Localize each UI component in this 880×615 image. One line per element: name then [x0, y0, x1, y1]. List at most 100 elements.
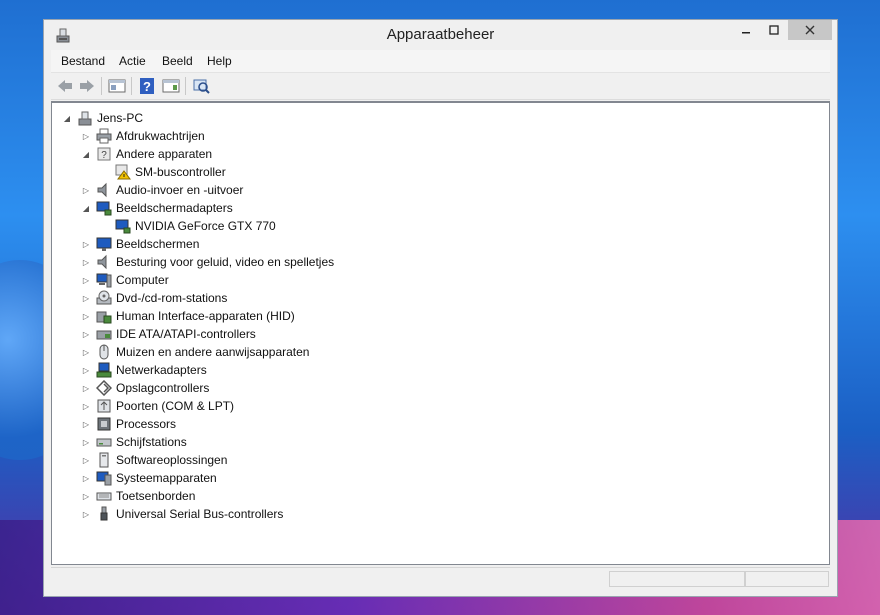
tree-item[interactable]: ◢ Beeldschermadapters	[80, 199, 233, 217]
collapsed-arrow-icon[interactable]: ▷	[80, 400, 92, 412]
minimize-icon	[742, 32, 750, 34]
collapsed-arrow-icon[interactable]: ▷	[80, 238, 92, 250]
view-icon	[162, 79, 180, 93]
speaker-icon	[97, 182, 107, 198]
mouse-icon	[99, 344, 109, 360]
network-adapter-icon	[96, 362, 112, 378]
help-icon: ?	[140, 78, 154, 94]
maximize-button[interactable]	[760, 20, 788, 40]
expanded-arrow-icon[interactable]: ◢	[80, 148, 92, 160]
tree-child-item[interactable]: SM-buscontroller	[115, 163, 226, 181]
speaker-icon	[97, 254, 107, 270]
menu-beeld[interactable]: Beeld	[162, 54, 193, 68]
tree-item[interactable]: ▷ Besturing voor geluid, video en spellet…	[80, 253, 334, 271]
collapsed-arrow-icon[interactable]: ▷	[80, 328, 92, 340]
collapsed-arrow-icon[interactable]: ▷	[80, 418, 92, 430]
menu-actie[interactable]: Actie	[119, 54, 146, 68]
ide-controller-icon	[96, 330, 112, 340]
collapsed-arrow-icon[interactable]: ▷	[80, 184, 92, 196]
collapsed-arrow-icon[interactable]: ▷	[80, 274, 92, 286]
keyboard-icon	[96, 492, 112, 501]
collapsed-arrow-icon[interactable]: ▷	[80, 130, 92, 142]
tree-item[interactable]: ▷ Softwareoplossingen	[80, 451, 227, 469]
disc-drive-icon	[96, 290, 112, 305]
processor-icon	[97, 417, 111, 431]
collapsed-arrow-icon[interactable]: ▷	[80, 454, 92, 466]
usb-icon	[100, 506, 108, 521]
forward-icon	[80, 80, 94, 92]
collapsed-arrow-icon[interactable]: ▷	[80, 490, 92, 502]
collapsed-arrow-icon[interactable]: ▷	[80, 346, 92, 358]
status-pane	[745, 571, 829, 587]
tree-item[interactable]: ◢? Andere apparaten	[80, 145, 212, 163]
collapsed-arrow-icon[interactable]: ▷	[80, 508, 92, 520]
collapsed-arrow-icon[interactable]: ▷	[80, 292, 92, 304]
tree-item[interactable]: ▷ Dvd-/cd-rom-stations	[80, 289, 227, 307]
forward-button[interactable]	[77, 76, 97, 96]
tree-child-label: SM-buscontroller	[135, 165, 226, 179]
system-device-icon	[96, 471, 112, 486]
menu-help[interactable]: Help	[207, 54, 232, 68]
computer-icon	[78, 111, 92, 126]
tree-item[interactable]: ▷ Beeldschermen	[80, 235, 199, 253]
tree-item-label: Poorten (COM & LPT)	[116, 399, 235, 413]
collapsed-arrow-icon[interactable]: ▷	[80, 364, 92, 376]
tree-item-label: Opslagcontrollers	[116, 381, 210, 395]
tree-item[interactable]: ▷ Universal Serial Bus-controllers	[80, 505, 283, 523]
window-title: Apparaatbeheer	[386, 26, 495, 43]
tree-root[interactable]: ◢ Jens-PC	[61, 109, 143, 127]
status-pane	[609, 571, 745, 587]
title-bar[interactable]: Apparaatbeheer	[44, 20, 837, 50]
tree-item-label: Human Interface-apparaten (HID)	[116, 309, 295, 323]
tree-item[interactable]: ▷ Muizen en andere aanwijsapparaten	[80, 343, 309, 361]
tree-item[interactable]: ▷ Computer	[80, 271, 169, 289]
scan-hardware-button[interactable]	[191, 76, 211, 96]
back-button[interactable]	[55, 76, 75, 96]
tree-item[interactable]: ▷ Poorten (COM & LPT)	[80, 397, 234, 415]
tree-item-label: Afdrukwachtrijen	[116, 129, 205, 143]
collapsed-arrow-icon[interactable]: ▷	[80, 382, 92, 394]
tree-item[interactable]: ▷ Schijfstations	[80, 433, 187, 451]
printer-icon	[96, 128, 112, 144]
expanded-arrow-icon[interactable]: ◢	[61, 112, 73, 124]
tree-item[interactable]: ▷ Afdrukwachtrijen	[80, 127, 205, 145]
view-button[interactable]	[161, 76, 181, 96]
collapsed-arrow-icon[interactable]: ▷	[80, 256, 92, 268]
warning-device-icon	[115, 164, 131, 180]
tree-item-label: Beeldschermadapters	[116, 201, 233, 215]
properties-pane-icon	[108, 79, 126, 93]
tree-item-label: Systeemapparaten	[116, 471, 217, 485]
tree-item[interactable]: ▷ Human Interface-apparaten (HID)	[80, 307, 295, 325]
menu-bar: Bestand Actie Beeld Help	[51, 50, 830, 73]
collapsed-arrow-icon[interactable]: ▷	[80, 472, 92, 484]
tree-item-label: Softwareoplossingen	[116, 453, 228, 467]
tree-item[interactable]: ▷ Opslagcontrollers	[80, 379, 209, 397]
help-button[interactable]: ?	[137, 76, 157, 96]
port-icon	[97, 399, 111, 413]
tree-item-label: Toetsenborden	[116, 489, 196, 503]
tree-item[interactable]: ▷ Audio-invoer en -uitvoer	[80, 181, 243, 199]
storage-controller-icon	[96, 380, 112, 396]
tree-item-label: Muizen en andere aanwijsapparaten	[116, 345, 310, 359]
menu-bestand[interactable]: Bestand	[61, 54, 105, 68]
tree-item[interactable]: ▷ Systeemapparaten	[80, 469, 217, 487]
tree-child-item[interactable]: NVIDIA GeForce GTX 770	[115, 217, 276, 235]
tree-item-label: Universal Serial Bus-controllers	[116, 507, 284, 521]
collapsed-arrow-icon[interactable]: ▷	[80, 310, 92, 322]
tree-item[interactable]: ▷ Processors	[80, 415, 176, 433]
disk-drive-icon	[96, 438, 112, 447]
properties-pane-button[interactable]	[107, 76, 127, 96]
tree-item[interactable]: ▷ Netwerkadapters	[80, 361, 207, 379]
tree-item-label: Computer	[116, 273, 169, 287]
device-tree[interactable]: ◢ Jens-PC ▷ Afdrukwachtrijen ◢? Andere appa…	[51, 101, 830, 565]
expanded-arrow-icon[interactable]: ◢	[80, 202, 92, 214]
display-adapter-icon	[96, 201, 112, 216]
close-button[interactable]	[788, 20, 832, 40]
tree-item-label: IDE ATA/ATAPI-controllers	[116, 327, 256, 341]
tree-item[interactable]: ▷ Toetsenborden	[80, 487, 195, 505]
tree-item[interactable]: ▷ IDE ATA/ATAPI-controllers	[80, 325, 256, 343]
collapsed-arrow-icon[interactable]: ▷	[80, 436, 92, 448]
minimize-button[interactable]	[732, 20, 760, 40]
tree-item-label: Beeldschermen	[116, 237, 200, 251]
tree-root-label: Jens-PC	[97, 111, 144, 125]
